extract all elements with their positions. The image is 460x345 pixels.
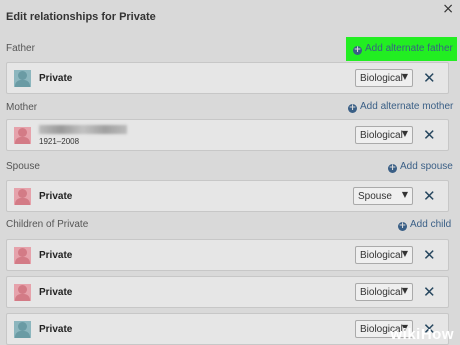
chevron-down-icon: ▼ — [401, 72, 408, 81]
close-icon[interactable]: × — [442, 1, 454, 17]
plus-circle-icon: + — [398, 221, 407, 231]
add-child-link[interactable]: + Add child — [398, 219, 451, 231]
chevron-down-icon: ▼ — [401, 249, 408, 258]
remove-icon[interactable]: ✕ — [423, 69, 436, 87]
add-alternate-father-link[interactable]: + Add alternate father — [353, 43, 453, 55]
child-card: Private Biological ▼ ✕ — [6, 276, 449, 308]
add-alternate-mother-link[interactable]: + Add alternate mother — [348, 101, 453, 113]
father-card: Private Biological ▼ ✕ — [6, 62, 449, 94]
person-name[interactable]: Private — [39, 250, 72, 261]
children-section-header: Children of Private — [0, 213, 460, 237]
spouse-label: Spouse — [6, 161, 40, 172]
chevron-down-icon: ▼ — [401, 190, 408, 199]
person-dates: 1921–2008 — [39, 137, 80, 146]
female-avatar-icon — [14, 284, 31, 301]
chevron-down-icon: ▼ — [401, 129, 408, 138]
dialog-title: Edit relationships for Private — [6, 11, 156, 23]
father-label: Father — [6, 43, 35, 54]
add-spouse-link[interactable]: + Add spouse — [388, 161, 453, 173]
relationship-select[interactable]: Biological ▼ — [355, 69, 413, 87]
relationship-select[interactable]: Spouse ▼ — [353, 187, 413, 205]
person-name[interactable]: Private — [39, 73, 72, 84]
children-label: Children of Private — [6, 219, 89, 230]
female-avatar-icon — [14, 247, 31, 264]
male-avatar-icon — [14, 321, 31, 338]
blurred-name — [39, 125, 127, 134]
plus-circle-icon: + — [348, 103, 357, 113]
relationship-select[interactable]: Biological ▼ — [355, 246, 413, 264]
mother-card: 1921–2008 Biological ▼ ✕ — [6, 119, 449, 151]
person-name[interactable]: Private — [39, 191, 72, 202]
chevron-down-icon: ▼ — [401, 286, 408, 295]
female-avatar-icon — [14, 188, 31, 205]
relationship-select[interactable]: Biological ▼ — [355, 126, 413, 144]
remove-icon[interactable]: ✕ — [423, 283, 436, 301]
remove-icon[interactable]: ✕ — [423, 246, 436, 264]
mother-label: Mother — [6, 102, 38, 113]
child-card: Private Biological ▼ ✕ — [6, 239, 449, 271]
dialog-header: Edit relationships for Private × — [0, 0, 460, 34]
person-name[interactable]: Private — [39, 287, 72, 298]
plus-circle-icon: + — [353, 45, 362, 55]
remove-icon[interactable]: ✕ — [423, 187, 436, 205]
male-avatar-icon — [14, 70, 31, 87]
person-name[interactable]: Private — [39, 324, 72, 335]
plus-circle-icon: + — [388, 163, 397, 173]
remove-icon[interactable]: ✕ — [423, 126, 436, 144]
female-avatar-icon — [14, 127, 31, 144]
spouse-card: Private Spouse ▼ ✕ — [6, 180, 449, 212]
child-card: Private Biological ▼ ✕ — [6, 313, 449, 345]
watermark-logo: wikiHow — [390, 326, 454, 343]
relationship-select[interactable]: Biological ▼ — [355, 283, 413, 301]
